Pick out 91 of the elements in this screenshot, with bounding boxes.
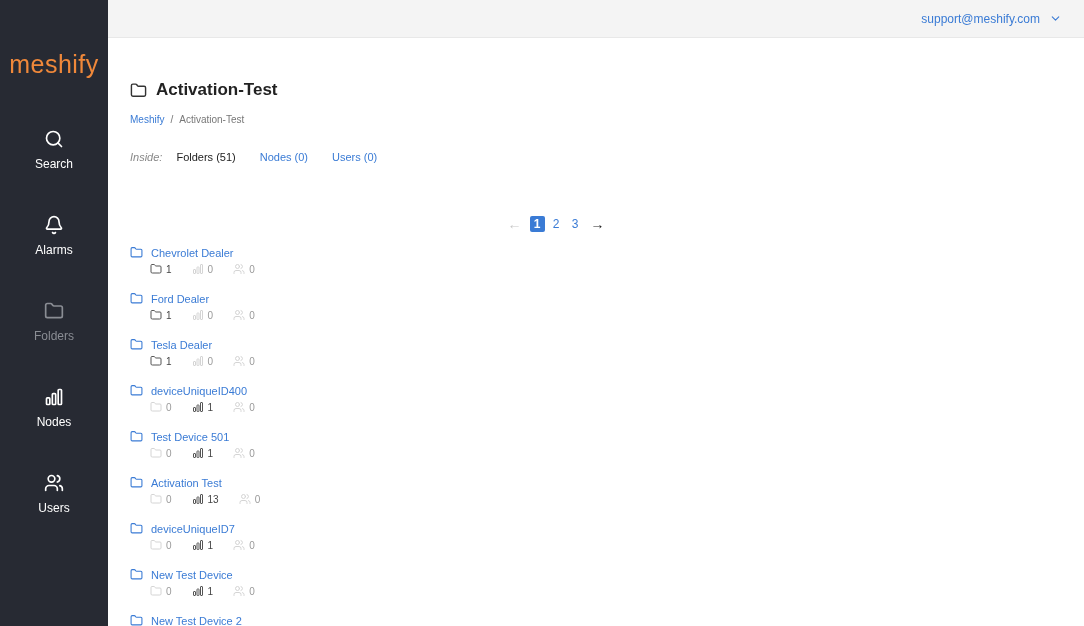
folder-icon <box>150 447 162 459</box>
folder-icon <box>130 614 143 626</box>
bell-icon <box>44 215 64 235</box>
folder-icon <box>130 246 143 259</box>
stat-count: 0 <box>249 309 255 321</box>
users-icon <box>233 355 246 367</box>
folder-icon <box>130 568 143 581</box>
stat-count: 0 <box>207 263 214 275</box>
users-icon <box>233 539 246 551</box>
stat-count: 0 <box>166 447 172 459</box>
stat-count: 0 <box>254 493 261 505</box>
page-link[interactable]: 2 <box>548 216 564 232</box>
folder-link[interactable]: Tesla Dealer <box>151 338 213 351</box>
sidebar-item[interactable]: Search <box>35 129 73 215</box>
stat-count: 1 <box>166 355 172 367</box>
inside-tab[interactable]: Users (0) <box>332 151 378 163</box>
page-title: Activation-Test <box>156 80 278 100</box>
folder-link[interactable]: New Test Device 2 <box>151 614 242 626</box>
sidebar-item[interactable]: Nodes <box>36 387 72 473</box>
bar-chart-icon <box>191 355 204 367</box>
users-icon <box>233 263 246 275</box>
sidebar-item[interactable]: Users <box>38 473 70 559</box>
folder-icon <box>150 355 162 367</box>
folder-icon <box>130 81 147 99</box>
bar-chart-icon <box>191 309 204 321</box>
folder-icon <box>150 493 162 505</box>
next-page-link[interactable]: → <box>586 216 609 232</box>
stat-count: 1 <box>207 447 214 459</box>
users-icon <box>238 493 251 505</box>
stat-count: 1 <box>166 263 172 275</box>
search-icon <box>44 129 64 149</box>
folder-icon <box>150 539 162 551</box>
stat-count: 13 <box>207 493 219 505</box>
stat-count: 0 <box>249 447 255 459</box>
stat-count: 1 <box>207 401 214 413</box>
folder-link[interactable]: deviceUniqueID7 <box>151 522 235 535</box>
folder-icon <box>150 401 162 413</box>
stat-count: 0 <box>166 585 172 597</box>
stat-count: 0 <box>166 493 172 505</box>
bar-chart-icon <box>44 387 64 407</box>
users-icon <box>233 585 246 597</box>
stat-count: 0 <box>249 355 255 367</box>
bar-chart-icon <box>191 401 204 413</box>
folder-link[interactable]: Chevrolet Dealer <box>151 246 234 259</box>
account-menu[interactable]: support@meshify.com <box>921 11 1062 26</box>
sidebar-item[interactable]: Folders <box>34 301 74 387</box>
folder-icon <box>130 522 143 535</box>
users-icon <box>44 473 64 493</box>
folder-icon <box>130 384 143 397</box>
users-icon <box>233 401 246 413</box>
stat-count: 1 <box>166 309 172 321</box>
stat-count: 0 <box>249 401 255 413</box>
bar-chart-icon <box>191 539 204 551</box>
stat-count: 0 <box>166 401 172 413</box>
stat-count: 0 <box>166 539 172 551</box>
folder-icon <box>44 301 64 321</box>
folder-icon <box>130 292 143 305</box>
users-icon <box>233 447 246 459</box>
logo[interactable]: meshify <box>9 50 99 79</box>
folder-icon <box>130 476 143 489</box>
folder-icon <box>150 263 162 275</box>
folder-link[interactable]: New Test Device <box>151 568 233 581</box>
folder-link[interactable]: Activation Test <box>151 476 222 489</box>
users-icon <box>233 309 246 321</box>
bar-chart-icon <box>191 447 204 459</box>
stat-count: 0 <box>249 263 255 275</box>
folder-icon <box>130 430 143 443</box>
stat-count: 0 <box>249 585 255 597</box>
page-link[interactable]: 1 <box>529 216 545 232</box>
stat-count: 0 <box>207 355 214 367</box>
bar-chart-icon <box>191 263 204 275</box>
folder-link[interactable]: Test Device 501 <box>151 430 230 443</box>
sidebar-item[interactable]: Alarms <box>35 215 73 301</box>
folder-icon <box>150 309 162 321</box>
stat-count: 1 <box>207 585 214 597</box>
folder-link[interactable]: deviceUniqueID400 <box>151 384 247 397</box>
stat-count: 0 <box>207 309 214 321</box>
inside-tab[interactable]: Folders (51) <box>176 151 236 163</box>
breadcrumb-separator: / <box>170 114 174 125</box>
inside-tab[interactable]: Nodes (0) <box>259 151 308 163</box>
breadcrumb-link[interactable]: Meshify <box>130 114 165 125</box>
page-link[interactable]: 3 <box>567 216 583 232</box>
stat-count: 0 <box>249 539 255 551</box>
folder-icon <box>150 585 162 597</box>
bar-chart-icon <box>191 585 204 597</box>
folder-icon <box>130 338 143 351</box>
bar-chart-icon <box>191 493 204 505</box>
breadcrumb-current[interactable]: Activation-Test <box>179 114 245 125</box>
stat-count: 1 <box>207 539 214 551</box>
folder-link[interactable]: Ford Dealer <box>151 292 210 305</box>
inside-label: Inside: <box>130 151 163 163</box>
